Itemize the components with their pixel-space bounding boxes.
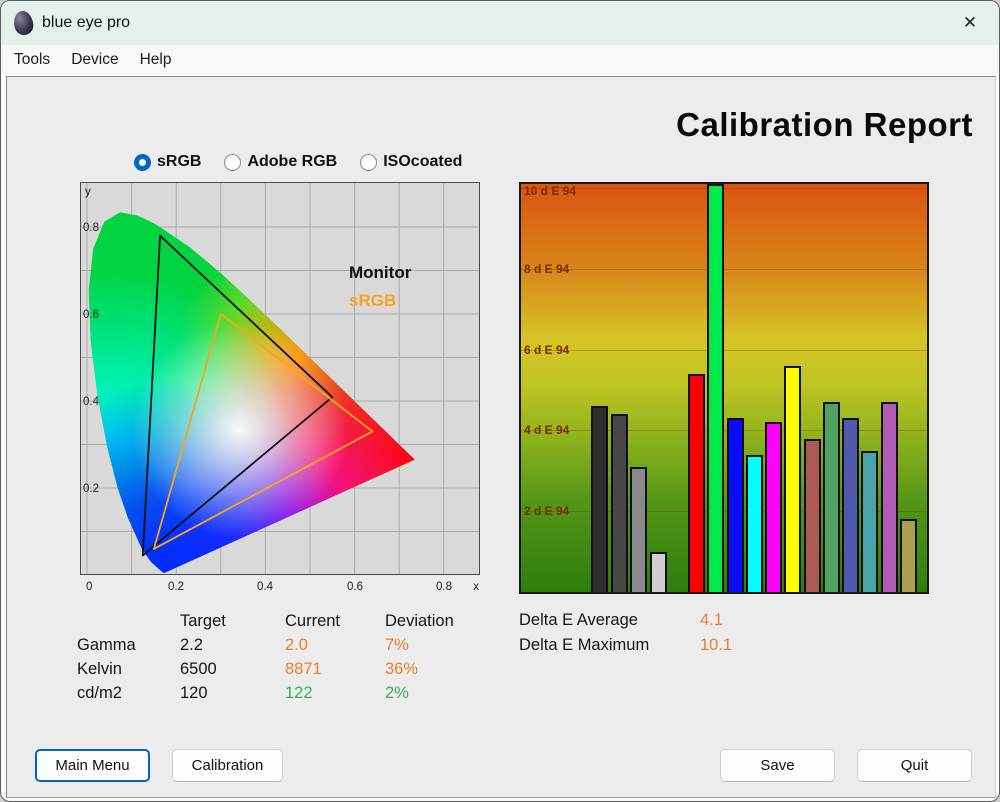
delta-e-bar — [861, 451, 878, 592]
cie-chromaticity-diagram: y 0.8 0.6 0.4 0.2 0 0.2 0.4 0.6 0.8 x Mo… — [80, 182, 480, 595]
window-title: blue eye pro — [42, 14, 130, 32]
radio-unselected-icon[interactable] — [224, 154, 241, 171]
chart-ytick-label: 8 d E 94 — [524, 262, 569, 276]
delta-e-bar — [727, 418, 744, 592]
col-header-deviation: Deviation — [385, 612, 495, 636]
chart-ytick-label: 10 d E 94 — [524, 184, 576, 198]
radio-label: sRGB — [157, 153, 201, 171]
target-value: 2.2 — [180, 636, 285, 660]
row-label: Kelvin — [77, 660, 180, 684]
svg-text:0: 0 — [86, 581, 92, 593]
app-window: blue eye pro ✕ Tools Device Help Calibra… — [0, 0, 1000, 802]
target-value: 120 — [180, 684, 285, 708]
radio-unselected-icon[interactable] — [360, 154, 377, 171]
deviation-value: 7% — [385, 636, 495, 660]
save-button[interactable]: Save — [720, 749, 835, 782]
delta-e-bar — [688, 374, 705, 592]
current-value: 8871 — [285, 660, 385, 684]
menu-device[interactable]: Device — [71, 51, 118, 69]
delta-e-bar — [707, 184, 724, 592]
legend-monitor: Monitor — [349, 263, 412, 282]
main-menu-button[interactable]: Main Menu — [35, 749, 150, 782]
delta-e-bar — [881, 402, 898, 592]
delta-e-bar — [900, 519, 917, 592]
legend-srgb: sRGB — [349, 291, 396, 310]
deviation-value: 36% — [385, 660, 495, 684]
delta-maximum-value: 10.1 — [700, 636, 732, 661]
col-header-current: Current — [285, 612, 385, 636]
target-value: 6500 — [180, 660, 285, 684]
svg-text:0.8: 0.8 — [436, 581, 452, 593]
row-label: cd/m2 — [77, 684, 180, 708]
delta-average-label: Delta E Average — [519, 611, 700, 636]
delta-e-bar — [765, 422, 782, 592]
chart-ytick-label: 2 d E 94 — [524, 504, 569, 518]
menu-help[interactable]: Help — [140, 51, 172, 69]
profile-radio-group: sRGB Adobe RGB ISOcoated — [134, 153, 462, 171]
delta-e-bar — [650, 552, 667, 592]
svg-text:0.4: 0.4 — [257, 581, 274, 593]
col-header-target: Target — [180, 612, 285, 636]
close-icon[interactable]: ✕ — [957, 10, 983, 36]
delta-e-bar — [823, 402, 840, 592]
delta-e-bar — [746, 455, 763, 592]
app-egg-icon — [12, 10, 35, 37]
radio-label: Adobe RGB — [247, 153, 337, 171]
current-value: 122 — [285, 684, 385, 708]
calibration-stats-table: Target Current Deviation Gamma 2.2 2.0 7… — [77, 612, 495, 708]
title-bar: blue eye pro ✕ — [1, 1, 999, 45]
chart-ytick-label: 6 d E 94 — [524, 343, 569, 357]
x-axis-label: x — [473, 581, 479, 593]
delta-e-bar — [804, 439, 821, 593]
calibration-button[interactable]: Calibration — [172, 749, 283, 782]
svg-text:0.2: 0.2 — [83, 483, 99, 495]
chart-ytick-label: 4 d E 94 — [524, 423, 569, 437]
delta-e-summary: Delta E Average 4.1 Delta E Maximum 10.1 — [519, 611, 732, 661]
svg-text:0.4: 0.4 — [83, 396, 100, 408]
radio-label: ISOcoated — [383, 153, 462, 171]
svg-text:0.8: 0.8 — [83, 222, 99, 234]
delta-maximum-label: Delta E Maximum — [519, 636, 700, 661]
radio-selected-icon[interactable] — [134, 154, 151, 171]
radio-option-adobe-rgb[interactable]: Adobe RGB — [224, 153, 337, 171]
current-value: 2.0 — [285, 636, 385, 660]
row-label: Gamma — [77, 636, 180, 660]
content-panel: Calibration Report sRGB Adobe RGB ISOcoate… — [6, 76, 996, 798]
delta-e-bar — [842, 418, 859, 592]
delta-average-value: 4.1 — [700, 611, 732, 636]
radio-option-srgb[interactable]: sRGB — [134, 153, 201, 171]
menu-bar: Tools Device Help — [1, 45, 999, 75]
page-title: Calibration Report — [676, 106, 973, 144]
delta-e-bar — [591, 406, 608, 592]
quit-button[interactable]: Quit — [857, 749, 972, 782]
delta-e-bar — [611, 414, 628, 592]
svg-text:0.6: 0.6 — [347, 581, 363, 593]
svg-text:0.2: 0.2 — [168, 581, 184, 593]
radio-option-isocoated[interactable]: ISOcoated — [360, 153, 462, 171]
delta-e-bar-chart: 10 d E 94 8 d E 94 6 d E 94 4 d E 94 2 d E 9… — [519, 182, 929, 594]
delta-e-bar — [630, 467, 647, 592]
y-axis-label: y — [85, 186, 91, 198]
delta-e-bar — [784, 366, 801, 592]
deviation-value: 2% — [385, 684, 495, 708]
menu-tools[interactable]: Tools — [14, 51, 50, 69]
svg-text:0.6: 0.6 — [83, 309, 99, 321]
